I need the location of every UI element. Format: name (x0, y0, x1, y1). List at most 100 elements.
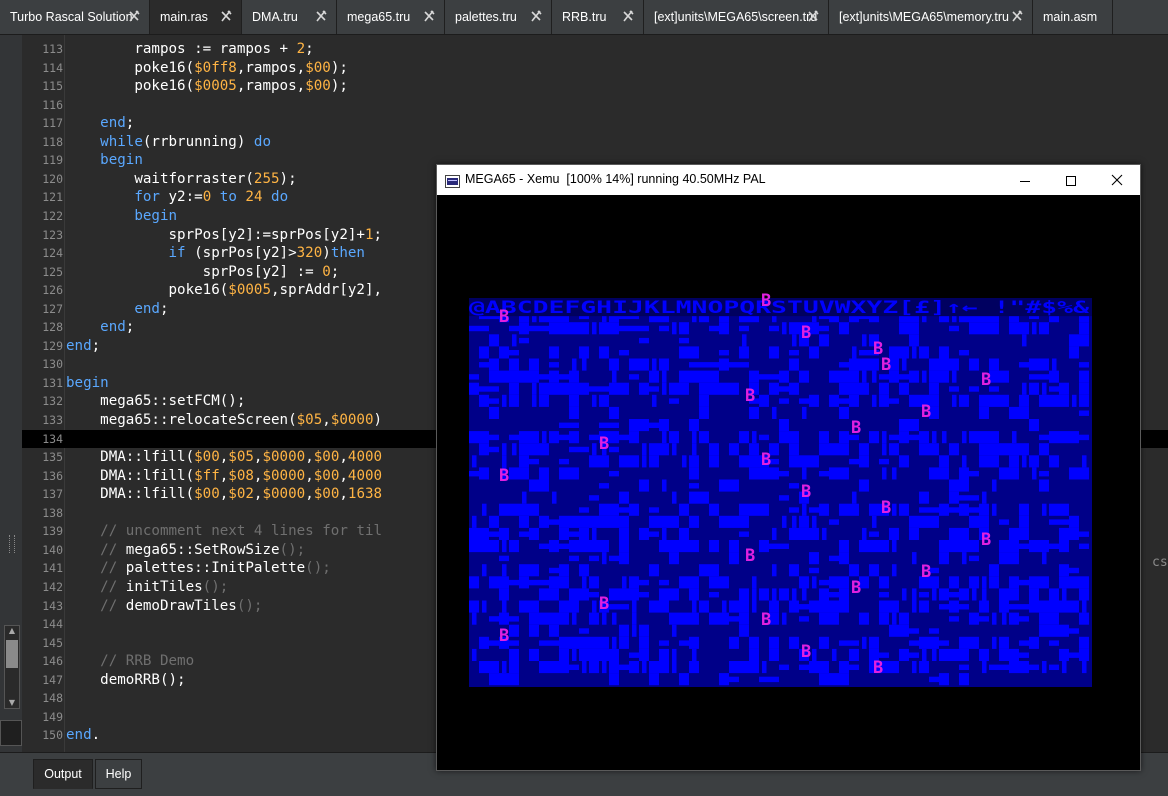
screen-glyph-tile (1069, 576, 1079, 589)
screen-glyph-tile (1039, 576, 1049, 589)
rrb-sprite: B (981, 530, 991, 550)
screen-glyph-tile (489, 673, 499, 686)
screen-glyph-tile (962, 552, 967, 565)
screen-glyph-tile (1009, 661, 1019, 674)
screen-glyph-tile (929, 467, 939, 480)
tab-output[interactable]: Output (33, 759, 93, 789)
screen-glyph-tile (599, 503, 609, 516)
code-line[interactable]: 117 end; (22, 114, 1168, 132)
tab-1[interactable]: main.ras (150, 0, 242, 34)
code-token: $0000 (262, 486, 306, 503)
screen-glyph-tile (679, 337, 689, 344)
screen-glyph-tile (672, 648, 677, 661)
screen-glyph-tile (519, 370, 529, 383)
screen-glyph-tile (592, 600, 597, 613)
splitter-grip[interactable] (9, 535, 15, 553)
screen-glyph-tile (849, 394, 859, 407)
screen-glyph-tile (559, 600, 569, 613)
tab-8[interactable]: main.asm (1033, 0, 1113, 34)
screen-glyph-tile (949, 325, 959, 332)
scroll-down-arrow-icon[interactable]: ▼ (5, 698, 19, 708)
screen-glyph-tile (949, 479, 959, 492)
screen-glyph-tile (769, 676, 779, 683)
pin-close-icon[interactable] (422, 9, 436, 23)
screen-glyph-tile (909, 334, 919, 347)
tab-5[interactable]: RRB.tru (552, 0, 644, 34)
screen-glyph-tile (1049, 588, 1059, 601)
screen-glyph-tile (529, 443, 539, 456)
tab-2[interactable]: DMA.tru (242, 0, 337, 34)
screen-glyph-tile (572, 648, 577, 661)
screen-glyph-tile (1009, 552, 1019, 565)
screen-glyph-tile (899, 419, 909, 432)
screen-glyph-tile (1069, 527, 1079, 540)
screen-glyph-tile (699, 406, 709, 419)
emulator-window[interactable]: MEGA65 - Xemu [100% 14%] running 40.50MH… (436, 164, 1141, 771)
scroll-up-arrow-icon[interactable]: ▲ (5, 626, 19, 636)
close-button[interactable] (1094, 165, 1140, 195)
line-number: 115 (42, 79, 63, 94)
screen-glyph-tile (529, 325, 539, 332)
screen-glyph-tile (982, 661, 987, 674)
emulator-screen[interactable]: @ABCDEFGHIJKLMNOPQRSTUVWXYZ[£]↑← !"#$%& B… (437, 195, 1140, 770)
screen-glyph-tile (612, 636, 617, 649)
screen-glyph-tile (1059, 624, 1069, 637)
tab-help[interactable]: Help (95, 759, 142, 789)
screen-glyph-tile (689, 467, 699, 480)
screen-glyph-tile (902, 588, 907, 601)
screen-glyph-tile (809, 661, 819, 674)
screen-glyph-tile (709, 455, 719, 468)
code-token: (); (202, 578, 229, 595)
screen-glyph-tile (549, 519, 559, 525)
screen-glyph-tile (1009, 527, 1019, 540)
pin-close-icon[interactable] (1010, 9, 1024, 23)
screen-glyph-tile (962, 455, 967, 468)
screen-glyph-tile (989, 664, 999, 670)
screen-glyph-tile (1042, 661, 1047, 674)
pin-close-icon[interactable] (621, 9, 635, 23)
code-token: demoRRB(); (66, 671, 186, 688)
screen-glyph-tile (482, 564, 487, 577)
screen-glyph-tile (802, 588, 807, 601)
screen-glyph-tile (569, 446, 579, 453)
maximize-button[interactable] (1048, 165, 1094, 195)
screen-glyph-tile (699, 491, 709, 504)
line-number: 128 (42, 320, 63, 335)
screen-glyph-tile (619, 540, 629, 553)
scroll-thumb[interactable] (6, 640, 18, 668)
line-number: 122 (42, 208, 63, 223)
line-number: 142 (42, 579, 63, 594)
tab-4[interactable]: palettes.tru (445, 0, 552, 34)
screen-glyph-tile (529, 431, 539, 444)
pin-close-icon[interactable] (314, 9, 328, 23)
code-line[interactable]: 115 poke16($0005,rampos,$00); (22, 77, 1168, 95)
pin-close-icon[interactable] (806, 9, 820, 23)
screen-glyph-tile (529, 564, 539, 577)
pin-close-icon[interactable] (127, 9, 141, 23)
pin-close-icon[interactable] (219, 9, 233, 23)
line-number: 136 (42, 468, 63, 483)
screen-glyph-tile (569, 422, 579, 428)
sidebar-scrollbar[interactable]: ▲ ▼ (4, 625, 20, 709)
code-token: end (66, 319, 126, 336)
minimize-button[interactable] (1002, 165, 1048, 195)
screen-glyph-tile (1059, 540, 1069, 553)
screen-glyph-tile (662, 431, 667, 444)
tab-0[interactable]: Turbo Rascal Solution (0, 0, 150, 34)
screen-glyph-tile (642, 455, 647, 468)
left-panel-field[interactable] (0, 720, 22, 746)
tab-7[interactable]: [ext]units\MEGA65\memory.tru (829, 0, 1033, 34)
screen-glyph-tile (502, 443, 507, 456)
code-line[interactable]: 114 poke16($0ff8,rampos,$00); (22, 59, 1168, 77)
tab-6[interactable]: [ext]units\MEGA65\screen.tru (644, 0, 829, 34)
emulator-titlebar[interactable]: MEGA65 - Xemu [100% 14%] running 40.50MH… (437, 165, 1140, 195)
code-line[interactable]: 116 (22, 96, 1168, 114)
screen-glyph-tile (599, 648, 609, 661)
screen-glyph-tile (489, 406, 499, 419)
pin-close-icon[interactable] (529, 9, 543, 23)
code-line[interactable]: 118 while(rrbrunning) do (22, 133, 1168, 151)
screen-glyph-tile (672, 322, 677, 335)
tab-3[interactable]: mega65.tru (337, 0, 445, 34)
screen-glyph-tile (709, 592, 719, 598)
code-line[interactable]: 113 rampos := rampos + 2; (22, 40, 1168, 58)
